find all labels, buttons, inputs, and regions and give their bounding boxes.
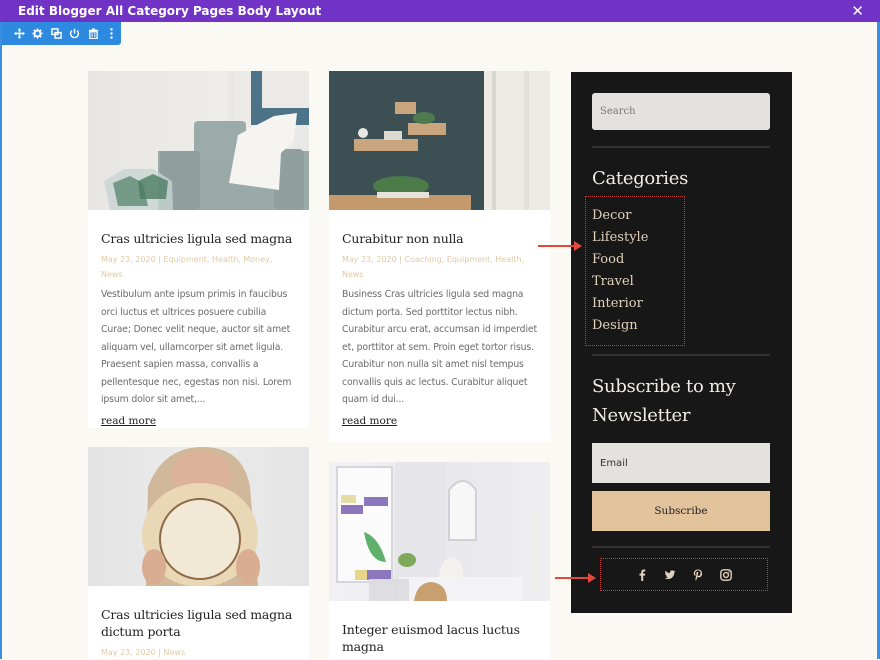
gear-icon	[32, 28, 43, 39]
more-vertical-icon	[110, 28, 113, 39]
more-button[interactable]	[103, 24, 122, 44]
category-link-interior[interactable]: Interior	[592, 293, 648, 315]
annotation-arrow	[555, 573, 596, 583]
module-toolbar	[2, 22, 121, 45]
power-icon	[70, 28, 80, 39]
duplicate-icon	[50, 28, 62, 39]
search-input[interactable]	[592, 93, 770, 130]
email-field[interactable]	[592, 443, 770, 483]
read-more-link[interactable]: read more	[342, 415, 397, 427]
social-icons	[600, 558, 768, 591]
categories-heading: Categories	[592, 168, 689, 189]
disable-button[interactable]	[66, 24, 85, 44]
post-title[interactable]: Cras ultricies ligula sed magna dictum p…	[101, 606, 296, 640]
newsletter-heading: Subscribe to my Newsletter	[592, 376, 736, 426]
post-image-armchair[interactable]	[88, 71, 309, 210]
category-link-design[interactable]: Design	[592, 315, 648, 337]
duplicate-button[interactable]	[47, 24, 66, 44]
read-more-link[interactable]: read more	[101, 415, 156, 427]
category-list: Decor Lifestyle Food Travel Interior Des…	[592, 205, 648, 337]
settings-button[interactable]	[29, 24, 48, 44]
facebook-icon	[639, 569, 646, 581]
woman-with-hat-photo	[142, 447, 260, 586]
sidebar: Categories Decor Lifestyle Food Travel I…	[571, 72, 792, 613]
close-icon[interactable]: ✕	[851, 0, 864, 22]
divider	[592, 546, 770, 548]
annotation-arrow	[538, 241, 582, 251]
twitter-icon	[664, 569, 676, 579]
post-excerpt: Vestibulum ante ipsum primis in faucibus…	[101, 289, 292, 405]
post-excerpt: Business Cras ultricies ligula sed magna…	[342, 289, 537, 405]
post-meta: May 23, 2020 | Equipment, Health, Money,…	[101, 255, 273, 279]
bright-dining-room-photo	[336, 462, 523, 601]
post-card: Integer euismod lacus luctus magna	[329, 462, 550, 659]
post-meta: May 23, 2020 | Coaching, Equipment, Heal…	[342, 255, 525, 279]
post-image-dining-room[interactable]	[329, 462, 550, 601]
post-title[interactable]: Integer euismod lacus luctus magna	[342, 621, 537, 655]
post-image-woman-hat[interactable]	[88, 447, 309, 586]
category-link-lifestyle[interactable]: Lifestyle	[592, 227, 648, 249]
post-title[interactable]: Cras ultricies ligula sed magna	[101, 230, 296, 247]
trash-icon	[88, 28, 98, 39]
window-title: Edit Blogger All Category Pages Body Lay…	[18, 4, 322, 18]
post-card: Cras ultricies ligula sed magna dictum p…	[88, 447, 309, 659]
post-card: Curabitur non nulla May 23, 2020 | Coach…	[329, 71, 550, 442]
post-card: Cras ultricies ligula sed magna May 23, …	[88, 71, 309, 428]
twitter-link[interactable]	[663, 568, 677, 582]
post-title[interactable]: Curabitur non nulla	[342, 230, 537, 247]
instagram-link[interactable]	[719, 568, 733, 582]
delete-button[interactable]	[84, 24, 103, 44]
instagram-icon	[720, 568, 732, 581]
category-link-food[interactable]: Food	[592, 249, 648, 271]
move-icon	[13, 28, 25, 39]
divider	[592, 354, 770, 356]
wall-shelves-photo	[329, 71, 550, 210]
living-room-armchair-photo	[104, 71, 309, 210]
category-link-travel[interactable]: Travel	[592, 271, 648, 293]
post-meta: May 23, 2020 | News	[101, 648, 186, 657]
move-button[interactable]	[10, 24, 29, 44]
category-link-decor[interactable]: Decor	[592, 205, 648, 227]
pinterest-link[interactable]	[691, 568, 705, 582]
divider	[592, 146, 770, 148]
post-image-shelves[interactable]	[329, 71, 550, 210]
subscribe-button[interactable]: Subscribe	[592, 491, 770, 531]
window-titlebar: Edit Blogger All Category Pages Body Lay…	[0, 0, 880, 22]
pinterest-icon	[693, 569, 703, 581]
facebook-link[interactable]	[635, 568, 649, 582]
